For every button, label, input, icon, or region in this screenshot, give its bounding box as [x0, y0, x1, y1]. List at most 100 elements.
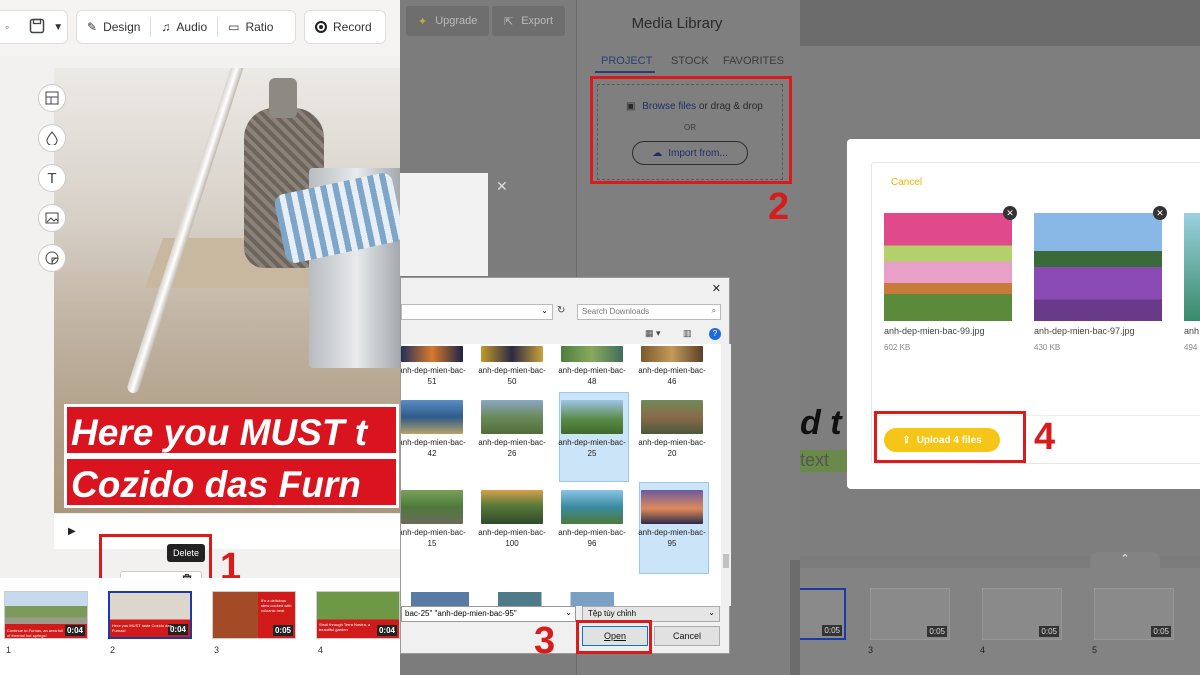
address-bar[interactable]: ⌄ — [401, 304, 553, 320]
cancel-button[interactable]: Cancel — [654, 626, 720, 646]
file-item[interactable]: anh-dep-mien-bac-26 — [474, 400, 550, 459]
collapse-icon[interactable]: ⌃ — [1090, 552, 1160, 570]
top-bar — [800, 0, 1200, 46]
ratio-label: Ratio — [245, 20, 274, 34]
sticker-icon — [45, 251, 59, 265]
file-item[interactable]: anh-dep-mien-bac-51 — [401, 346, 470, 387]
scrollbar[interactable] — [721, 344, 731, 606]
scene-number: 4 — [980, 645, 986, 655]
save-dropdown-icon[interactable]: ▼ — [53, 22, 63, 33]
color-tool[interactable] — [38, 124, 66, 152]
scene-duration: 0:04 — [376, 625, 397, 636]
media-panel: ✦ Upgrade ⇱ Export Media Library PROJECT… — [400, 0, 800, 675]
upload-thumbnail — [1034, 213, 1162, 321]
upgrade-button[interactable]: ✦ Upgrade — [406, 6, 490, 36]
preview-pane-icon[interactable]: ▥ — [683, 328, 692, 339]
save-group: ◦ ▼ — [0, 10, 68, 44]
file-item[interactable]: anh-dep-mien-bac-50 — [474, 346, 550, 387]
play-icon[interactable]: ▶ — [68, 526, 76, 537]
undo-icon[interactable]: ◦ — [5, 20, 9, 34]
refresh-icon[interactable]: ↻ — [557, 305, 565, 316]
layout-tool[interactable] — [38, 84, 66, 112]
scene-number: 4 — [318, 645, 324, 655]
search-input[interactable]: Search Downloads ⌕ — [577, 304, 721, 320]
jug-neck — [269, 78, 297, 118]
scene-slot[interactable]: 0:05 — [982, 588, 1062, 640]
file-item[interactable]: anh-dep-mien-bac-100 — [474, 490, 550, 549]
shovel-handle — [125, 68, 246, 395]
design-button[interactable]: ✎ Design — [77, 11, 150, 43]
chevron-down-icon[interactable]: ⌄ — [565, 608, 572, 617]
scene-duration: 0:05 — [272, 625, 293, 636]
record-button[interactable]: Record — [305, 11, 382, 43]
caption-line-1[interactable]: Here you MUST t — [64, 404, 399, 456]
scene-thumb-2[interactable]: 0:04 Here you MUST taste Cozido das Furn… — [108, 591, 192, 639]
file-item[interactable]: anh-dep-mien-bac-96 — [554, 490, 630, 549]
file-item[interactable]: anh-dep-mien-bac-46 — [634, 346, 710, 387]
file-size: 430 KB — [1034, 343, 1061, 352]
active-tab-underline — [595, 71, 655, 73]
file-item[interactable]: anh-dep-mien-bac-15 — [401, 490, 470, 549]
cancel-link[interactable]: Cancel — [891, 177, 922, 188]
file-name: anh-dep-mien-bac-97.jpg — [1034, 326, 1135, 336]
step-label-2: 2 — [768, 186, 790, 228]
scene-duration: 0:05 — [822, 625, 842, 636]
scene-thumb-4[interactable]: 0:04 Stroll through Terra Nostra, a beau… — [316, 591, 400, 639]
tab-project[interactable]: PROJECT — [601, 55, 652, 67]
scene-slot[interactable]: 0:05 — [1094, 588, 1174, 640]
sticker-tool[interactable] — [38, 244, 66, 272]
help-icon[interactable]: ? — [709, 328, 721, 340]
droplet-icon — [46, 131, 58, 145]
chevron-down-icon[interactable]: ⌄ — [708, 608, 715, 617]
scene-duration: 0:05 — [1151, 626, 1171, 637]
scene-thumb-3[interactable]: 0:05 It's a delicious stew cooked with v… — [212, 591, 296, 639]
scene-caption: Continue to Furnas, an area full of ther… — [7, 628, 64, 638]
scene-thumb-1[interactable]: 0:04 Continue to Furnas, an area full of… — [4, 591, 88, 639]
file-item[interactable]: anh-dep-mien-bac-48 — [554, 346, 630, 387]
background-dialog — [400, 173, 488, 276]
ratio-button[interactable]: ▭ Ratio — [218, 11, 283, 43]
file-item[interactable]: anh-dep-mien-bac-20 — [634, 400, 710, 459]
scene-duration: 0:05 — [1039, 626, 1059, 637]
video-canvas[interactable]: Here you MUST t Cozido das Furn — [54, 68, 400, 513]
remove-file-icon[interactable]: ✕ — [1153, 206, 1167, 220]
record-icon — [315, 21, 327, 33]
file-size: 602 KB — [884, 343, 911, 352]
scene-slot[interactable]: 0:05 — [870, 588, 950, 640]
scene-caption: Stroll through Terra Nostra, a beautiful… — [319, 622, 371, 632]
audio-button[interactable]: ♫ Audio — [151, 11, 217, 43]
pencil-icon: ✎ — [87, 20, 98, 34]
file-item[interactable]: anh-dep-mien-bac-42 — [401, 400, 470, 459]
file-item[interactable]: anh-dep-mien-bac-25 — [554, 400, 630, 459]
scene-number: 3 — [868, 645, 874, 655]
media-library-title: Media Library — [631, 15, 723, 32]
file-grid: anh-dep-mien-bac-51 anh-dep-mien-bac-50 … — [401, 344, 721, 606]
scene-duration: 0:04 — [64, 625, 85, 636]
editor-toolbar: ◦ ▼ ✎ Design ♫ Audio ▭ Ratio Record — [0, 0, 400, 56]
scene-number: 1 — [6, 645, 12, 655]
step-label-4: 4 — [1034, 416, 1056, 458]
scene-slot[interactable]: 0:05 — [800, 588, 846, 640]
tab-favorites[interactable]: FAVORITES — [723, 55, 784, 67]
save-icon[interactable] — [29, 18, 45, 37]
close-icon[interactable]: ✕ — [496, 178, 508, 195]
text-tool[interactable]: T — [38, 164, 66, 192]
filename-value: bac-25" "anh-dep-mien-bac-95" — [405, 609, 517, 618]
search-placeholder: Search Downloads — [582, 307, 650, 316]
export-label: Export — [521, 15, 554, 27]
file-item[interactable]: anh-dep-mien-bac-95 — [634, 490, 710, 549]
upgrade-icon: ✦ — [418, 15, 428, 28]
view-options-icon[interactable]: ▦ ▾ — [645, 328, 661, 339]
editor-panel: ◦ ▼ ✎ Design ♫ Audio ▭ Ratio Record Here… — [0, 0, 400, 675]
remove-file-icon[interactable]: ✕ — [1003, 206, 1017, 220]
file-name: anh — [1184, 326, 1200, 336]
chevron-down-icon[interactable]: ⌄ — [541, 306, 548, 315]
caption-line-2[interactable]: Cozido das Furn — [64, 456, 399, 508]
image-tool[interactable] — [38, 204, 66, 232]
export-button[interactable]: ⇱ Export — [492, 6, 566, 36]
tab-stock[interactable]: STOCK — [671, 55, 709, 67]
search-icon: ⌕ — [711, 306, 716, 315]
panel-scrollbar[interactable] — [790, 560, 800, 675]
music-icon: ♫ — [161, 20, 171, 34]
dialog-close-icon[interactable]: ✕ — [712, 282, 721, 295]
